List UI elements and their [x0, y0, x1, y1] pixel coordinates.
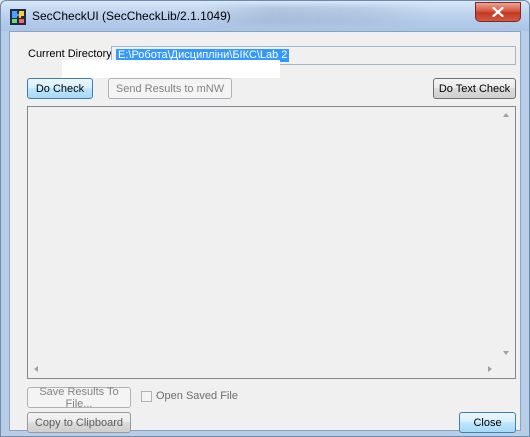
open-saved-file-checkbox[interactable] [141, 390, 152, 402]
open-saved-file-label: Open Saved File [156, 390, 238, 402]
close-icon [492, 7, 504, 17]
do-check-button[interactable]: Do Check [27, 78, 93, 99]
arrow-down-icon[interactable] [503, 351, 509, 355]
arrow-up-icon[interactable] [503, 113, 509, 117]
arrow-left-icon[interactable] [34, 366, 38, 372]
open-saved-file-option[interactable]: Open Saved File [141, 389, 238, 403]
arrow-right-icon[interactable] [488, 366, 492, 372]
window-close-button[interactable] [475, 2, 521, 22]
save-results-button[interactable]: Save Results To File... [27, 386, 131, 410]
send-results-button[interactable]: Send Results to mNW [108, 78, 232, 99]
close-button[interactable]: Close [459, 412, 516, 433]
redaction-box [62, 60, 280, 78]
title-bar[interactable]: SecCheckUI (SecCheckLib/2.1.1049) [1, 1, 529, 31]
window-title: SecCheckUI (SecCheckLib/2.1.1049) [32, 9, 231, 23]
vertical-scrollbar[interactable] [498, 107, 515, 361]
app-window: SecCheckUI (SecCheckLib/2.1.1049) Curren… [0, 0, 530, 437]
do-text-check-button[interactable]: Do Text Check [433, 78, 516, 99]
puzzle-app-icon [10, 9, 26, 25]
client-area: Current Directory: E:\Робота\Дисципліни\… [9, 31, 521, 433]
current-directory-label: Current Directory: [28, 48, 115, 60]
copy-to-clipboard-button[interactable]: Copy to Clipboard [27, 412, 131, 433]
title-bar-glass [201, 5, 431, 25]
results-output-area[interactable] [27, 106, 516, 379]
horizontal-scrollbar[interactable] [28, 361, 498, 378]
